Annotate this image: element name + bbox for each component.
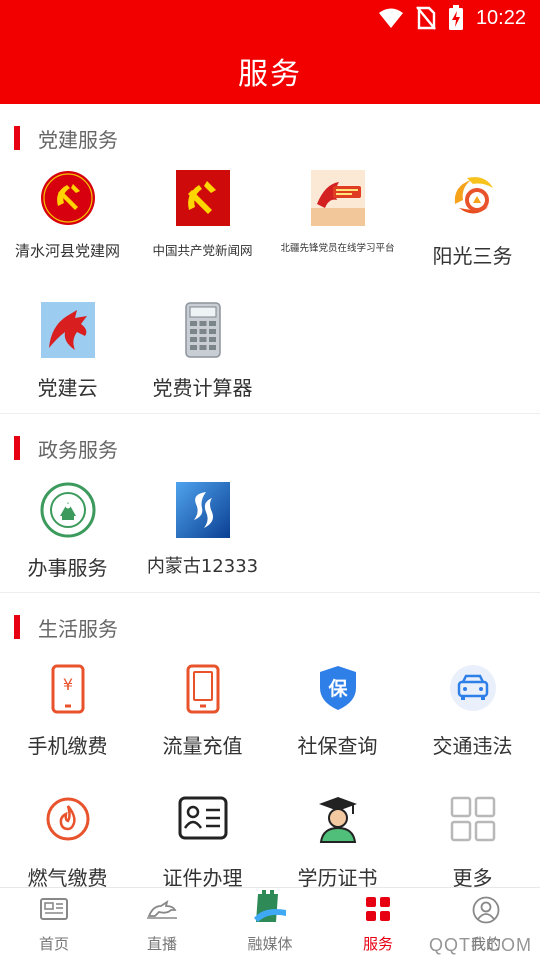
- section-marker: [14, 615, 20, 639]
- service-beijiang-pioneer[interactable]: 北疆先锋党员在线学习平台: [270, 168, 405, 278]
- tab-live[interactable]: 直播: [108, 888, 216, 960]
- service-more[interactable]: 更多: [405, 792, 540, 890]
- service-label: 党建云: [37, 376, 98, 400]
- services-grid-icon: [366, 897, 390, 921]
- tab-home[interactable]: 首页: [0, 888, 108, 960]
- service-label: 阳光三务: [432, 244, 513, 268]
- gas-flame-icon: [46, 797, 89, 841]
- tab-label: 首页: [38, 935, 69, 953]
- tab-label: 服务: [362, 935, 393, 953]
- service-social-insurance[interactable]: 保 社保查询: [270, 660, 405, 770]
- service-affairs[interactable]: 办事服务: [0, 480, 135, 590]
- section-divider: [0, 413, 540, 414]
- party-emblem-circle-icon: [40, 171, 95, 225]
- party-flag-icon: [175, 170, 230, 226]
- service-cpc-news[interactable]: 中国共产党新闻网: [135, 168, 270, 278]
- service-label: 内蒙古12333: [146, 556, 259, 577]
- tab-services[interactable]: 服务: [324, 888, 432, 960]
- watermark: QQTF.COM: [429, 935, 532, 955]
- service-label: 清水河县党建网: [14, 242, 120, 260]
- data-recharge-icon: [186, 664, 219, 714]
- beijiang-pioneer-icon: [310, 170, 365, 226]
- phone-payment-icon: ¥: [51, 664, 84, 714]
- section-title-life: 生活服务: [38, 616, 118, 641]
- service-qingshuihe-party-web[interactable]: 清水河县党建网: [0, 168, 135, 278]
- svg-text:¥: ¥: [62, 675, 72, 694]
- section-title-party: 党建服务: [38, 127, 118, 152]
- service-label: 北疆先锋党员在线学习平台: [280, 243, 395, 254]
- svg-text:保: 保: [327, 677, 348, 700]
- page-title: 服务: [238, 57, 302, 92]
- social-insurance-shield-icon: 保: [319, 666, 356, 710]
- service-id-certificate[interactable]: 证件办理: [135, 792, 270, 890]
- no-sim-icon: [416, 6, 436, 30]
- service-diploma[interactable]: 学历证书: [270, 792, 405, 890]
- service-label: 流量充值: [162, 734, 243, 758]
- service-label: 社保查询: [297, 734, 378, 758]
- more-grid-icon: [450, 796, 495, 842]
- service-party-cloud[interactable]: 党建云: [0, 300, 135, 410]
- service-label: 办事服务: [27, 556, 108, 580]
- section-divider: [0, 592, 540, 593]
- section-marker: [14, 126, 20, 150]
- app-header: 服务: [0, 36, 540, 104]
- service-label: 手机缴费: [27, 734, 108, 758]
- service-label: 中国共产党新闻网: [152, 243, 253, 258]
- id-card-icon: [178, 796, 227, 840]
- section-title-government: 政务服务: [38, 437, 118, 462]
- wifi-icon: [378, 8, 403, 28]
- section-header-party: 党建服务: [14, 125, 118, 152]
- home-newspaper-icon: [40, 898, 68, 920]
- sunshine-logo-icon: [454, 177, 493, 214]
- status-bar: 10:22: [0, 0, 540, 36]
- service-party-fee-calculator[interactable]: 党费计算器: [135, 300, 270, 410]
- social-security-12333-icon: [175, 482, 230, 538]
- graduate-icon: [318, 797, 357, 843]
- status-time: 10:22: [475, 6, 526, 29]
- service-sunshine-affairs[interactable]: 阳光三务: [405, 168, 540, 278]
- section-marker: [14, 436, 20, 460]
- service-label: 交通违法: [432, 734, 513, 758]
- status-icons: 10:22: [378, 4, 526, 32]
- horse-logo-icon: [40, 302, 95, 358]
- profile-icon: [472, 896, 500, 924]
- service-gas-payment[interactable]: 燃气缴费: [0, 792, 135, 890]
- media-greatwall-icon: [254, 890, 286, 922]
- service-label: 党费计算器: [152, 376, 253, 400]
- service-phone-payment[interactable]: ¥ 手机缴费: [0, 660, 135, 770]
- service-traffic-violation[interactable]: 交通违法: [405, 660, 540, 770]
- tab-label: 融媒体: [247, 935, 293, 953]
- battery-charging-icon: [448, 5, 463, 30]
- service-neimenggu-12333[interactable]: 内蒙古12333: [135, 480, 270, 590]
- service-data-recharge[interactable]: 流量充值: [135, 660, 270, 770]
- traffic-car-icon: [449, 665, 496, 711]
- tab-media[interactable]: 融媒体: [216, 888, 324, 960]
- section-header-life: 生活服务: [14, 614, 118, 641]
- tab-label: 直播: [146, 935, 177, 953]
- bottom-tab-bar: 首页 直播 融媒体 服务 我的 QQTF.COM: [0, 887, 540, 960]
- section-header-government: 政务服务: [14, 435, 118, 462]
- live-horse-icon: [147, 899, 177, 919]
- calculator-icon: [184, 302, 221, 358]
- gov-seal-icon: [40, 482, 95, 538]
